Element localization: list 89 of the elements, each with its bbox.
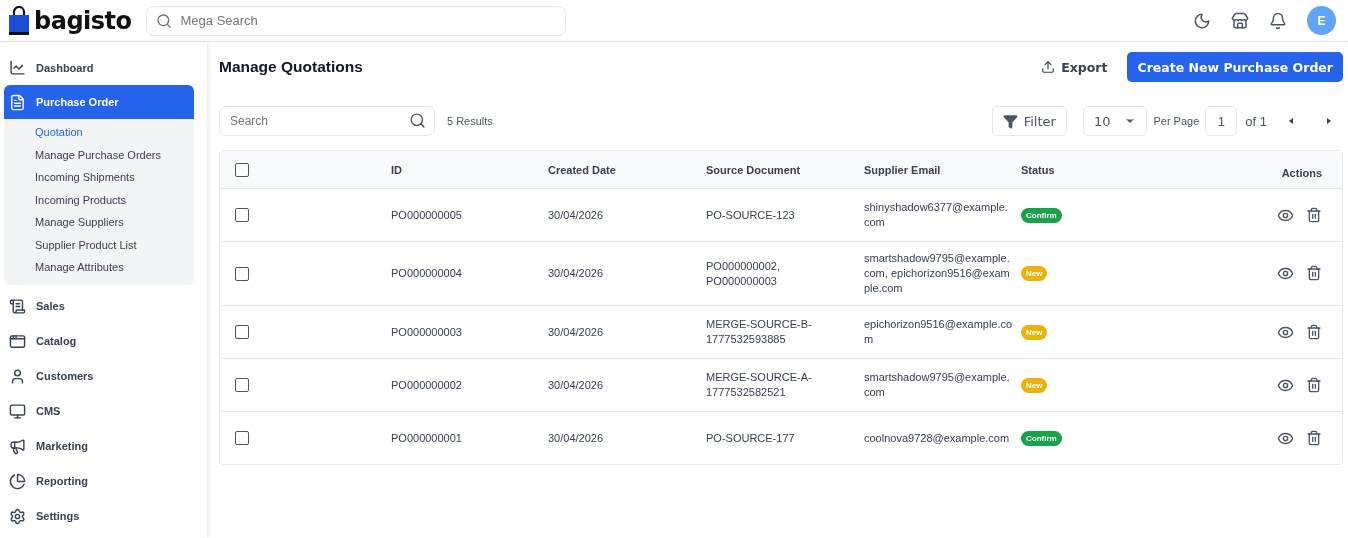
submenu-item[interactable]: Supplier Product List [4, 233, 194, 256]
table-cell-text: PO000000002 [391, 377, 463, 393]
search-icon [409, 112, 426, 129]
submenu-item[interactable]: Incoming Shipments [4, 166, 194, 189]
sidebar-item[interactable]: Customers [4, 358, 194, 394]
submenu-item[interactable]: Manage Attributes [4, 256, 194, 279]
table-cell-text: PO000000001 [391, 430, 463, 446]
view-icon[interactable] [1277, 265, 1294, 282]
table-cell-text: PO-SOURCE-123 [706, 207, 796, 223]
settings-icon [9, 507, 26, 525]
bell-icon[interactable] [1269, 11, 1287, 30]
table-cell-text: PO000000003 [391, 324, 463, 340]
list-icon [9, 297, 26, 315]
delete-icon[interactable] [1306, 323, 1322, 340]
table-cell-text: smartshadow9795@example.com [864, 370, 1011, 400]
window-icon [9, 332, 26, 350]
status-badge: New [1021, 324, 1048, 340]
status-badge: New [1021, 377, 1048, 393]
upload-icon [1041, 60, 1056, 74]
export-button[interactable]: Export [1035, 58, 1114, 76]
submenu-item[interactable]: Manage Suppliers [4, 211, 194, 234]
checkbox[interactable] [235, 378, 249, 392]
sidebar-item[interactable]: Reporting [4, 463, 194, 499]
table-cell-text: PO000000005 [391, 207, 463, 223]
submenu-item[interactable]: Incoming Products [4, 188, 194, 211]
search-field[interactable]: Search [219, 106, 435, 136]
page-title: Manage Quotations [219, 58, 363, 76]
table-cell-text: 30/04/2026 [548, 207, 605, 223]
store-icon[interactable] [1231, 11, 1249, 30]
table-cell-text: smartshadow9795@example.com, epichorizon9516@example.com [864, 251, 1011, 296]
delete-icon[interactable] [1306, 265, 1322, 281]
per-page-label: Per Page [1153, 115, 1200, 127]
table-cell-text: PO000000004 [391, 266, 463, 281]
page-input[interactable]: 1 [1205, 106, 1238, 136]
per-page-select[interactable]: 10 [1082, 106, 1148, 136]
table-cell-text: MERGE-SOURCE-B-1777532593885 [706, 317, 813, 347]
monitor-icon [9, 402, 26, 420]
column-header: Created Date [548, 163, 617, 176]
status-badge: New [1021, 266, 1048, 281]
table-cell-text: 30/04/2026 [548, 377, 605, 393]
checkbox[interactable] [235, 325, 249, 339]
person-icon [9, 367, 26, 385]
sidebar-item[interactable]: Settings [4, 498, 194, 534]
search-icon [155, 12, 172, 29]
sidebar-item[interactable]: CMS [4, 393, 194, 429]
table-cell-text: shinyshadow6377@example.com [864, 200, 1009, 230]
column-header: Status [1021, 163, 1056, 176]
document-icon [9, 93, 26, 111]
moon-icon[interactable] [1193, 11, 1211, 30]
filter-button[interactable]: Filter [991, 106, 1067, 136]
table-cell-text: PO-SOURCE-177 [706, 430, 796, 446]
delete-icon[interactable] [1306, 429, 1322, 446]
previous-page-icon[interactable] [1287, 117, 1295, 125]
table-cell-text: MERGE-SOURCE-A-1777532582521 [706, 370, 813, 400]
delete-icon[interactable] [1306, 376, 1322, 393]
sidebar-item[interactable]: Marketing [4, 428, 194, 464]
sidebar-item[interactable]: Sales [4, 288, 194, 324]
pie-chart-icon [9, 472, 26, 490]
checkbox[interactable] [235, 431, 249, 445]
results-count: 5 Results [447, 115, 493, 127]
column-header: ID [391, 163, 403, 176]
next-page-icon[interactable] [1325, 117, 1333, 125]
status-badge: Confirm [1021, 207, 1062, 223]
table-cell-text: PO000000002, PO000000003 [706, 258, 781, 289]
create-button[interactable]: Create New Purchase Order [1127, 52, 1343, 82]
submenu-item[interactable]: Manage Purchase Orders [4, 143, 194, 166]
search-field[interactable]: Mega Search [145, 5, 566, 36]
chart-icon [9, 59, 26, 76]
status-badge: Confirm [1021, 430, 1062, 446]
page-count: of 1 [1245, 113, 1267, 129]
sidebar-item[interactable]: Purchase Order [4, 85, 194, 119]
table-cell-text: epichorizon9516@example.com [864, 317, 1014, 347]
table-cell-text: 30/04/2026 [548, 324, 605, 340]
submenu-item[interactable]: Quotation [4, 121, 194, 144]
megaphone-icon [9, 437, 26, 455]
column-header: Source Document [706, 163, 802, 176]
column-header: Actions [1280, 165, 1322, 179]
logo[interactable]: bagisto [8, 5, 132, 36]
filter-icon [1002, 113, 1018, 129]
table-cell-text: 30/04/2026 [548, 266, 605, 281]
sidebar-item[interactable]: Catalog [4, 323, 194, 359]
checkbox[interactable] [235, 208, 249, 222]
checkbox[interactable] [235, 162, 249, 177]
delete-icon[interactable] [1306, 206, 1322, 223]
column-header: Supplier Email [864, 163, 942, 176]
checkbox[interactable] [235, 266, 249, 281]
table-cell-text: coolnova9728@example.com [864, 430, 1011, 446]
table-cell-text: 30/04/2026 [548, 430, 605, 446]
sidebar-item[interactable]: Dashboard [4, 50, 194, 85]
